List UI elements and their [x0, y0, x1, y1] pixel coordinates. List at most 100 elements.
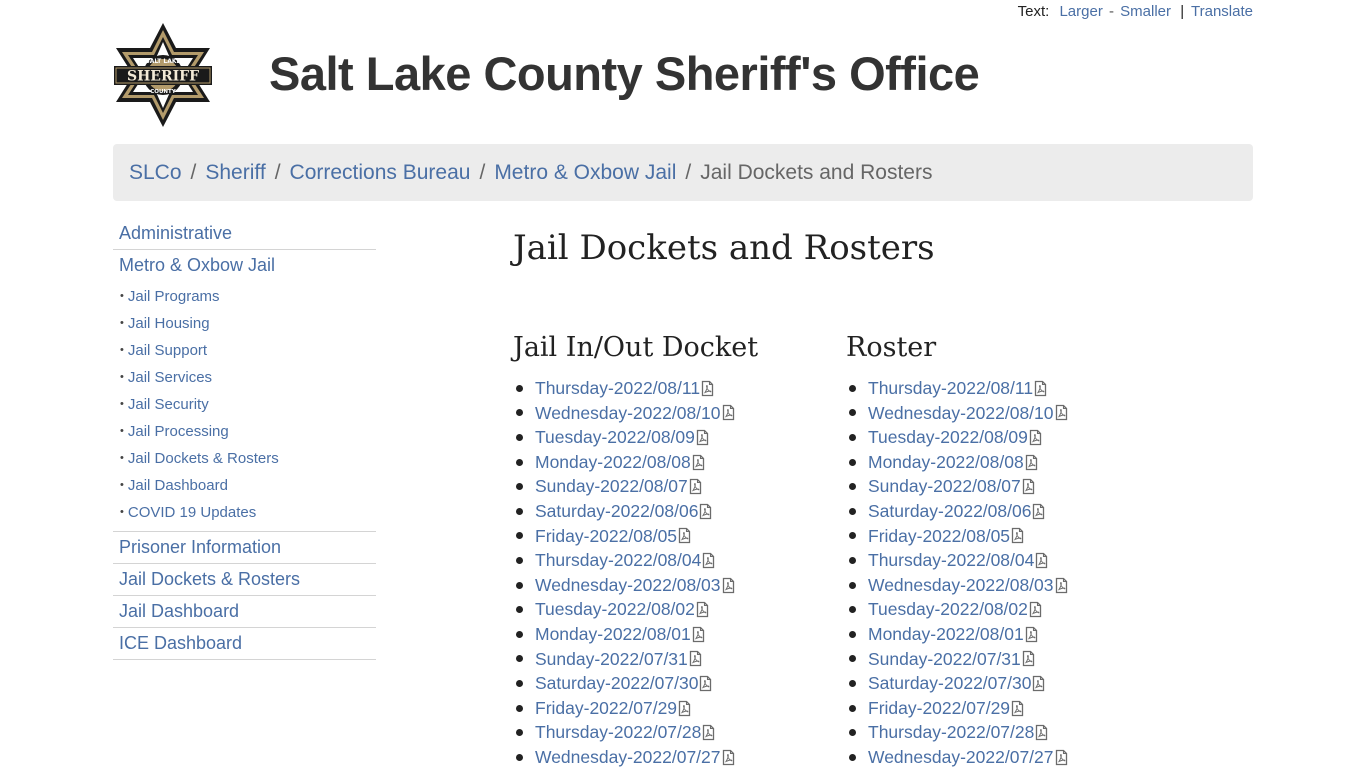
breadcrumb-link-slco[interactable]: SLCo — [129, 161, 182, 185]
sidebar-item-administrative[interactable]: Administrative — [113, 218, 376, 250]
sidebar-item-jail-dashboard[interactable]: Jail Dashboard — [113, 596, 376, 628]
docket-pdf-link[interactable]: Wednesday-2022/08/03 — [535, 573, 721, 598]
bullet-icon — [849, 458, 856, 466]
docket-pdf-link[interactable]: Wednesday-2022/08/10 — [535, 401, 721, 426]
sheriff-badge-logo[interactable]: SHERIFF SALT LAKE COUNTY — [113, 22, 213, 128]
breadcrumb-link-metro-oxbow-jail[interactable]: Metro & Oxbow Jail — [494, 161, 676, 185]
pdf-file-icon — [1055, 405, 1067, 421]
sidebar-subitem-jail-dashboard[interactable]: • Jail Dashboard — [113, 472, 376, 499]
sidebar-subitem-jail-processing[interactable]: • Jail Processing — [113, 418, 376, 445]
sidebar-item-ice-dashboard[interactable]: ICE Dashboard — [113, 628, 376, 660]
sidebar-subitem-label: Jail Processing — [127, 423, 229, 440]
roster-pdf-link[interactable]: Sunday-2022/07/31 — [868, 647, 1021, 672]
roster-pdf-link[interactable]: Tuesday-2022/08/02 — [868, 597, 1028, 622]
pdf-file-icon — [1055, 577, 1067, 593]
bullet-icon — [849, 729, 856, 737]
roster-pdf-link[interactable]: Thursday-2022/08/11 — [868, 376, 1033, 401]
bullet-icon — [849, 704, 856, 712]
roster-pdf-link[interactable]: Monday-2022/08/08 — [868, 450, 1024, 475]
roster-pdf-link[interactable]: Wednesday-2022/07/27 — [868, 745, 1054, 770]
roster-pdf-link[interactable]: Friday-2022/08/05 — [868, 524, 1010, 549]
roster-list-item: Friday-2022/07/29 — [849, 696, 1068, 721]
docket-pdf-link[interactable]: Monday-2022/08/01 — [535, 622, 691, 647]
sidebar-item-metro-oxbow-jail[interactable]: Metro & Oxbow Jail — [113, 250, 376, 281]
sheriff-star-icon: SHERIFF SALT LAKE COUNTY — [114, 23, 212, 127]
docket-pdf-link[interactable]: Friday-2022/08/05 — [535, 524, 677, 549]
docket-pdf-link[interactable]: Thursday-2022/08/11 — [535, 376, 700, 401]
roster-pdf-link[interactable]: Tuesday-2022/08/09 — [868, 425, 1028, 450]
docket-pdf-link[interactable]: Tuesday-2022/08/02 — [535, 597, 695, 622]
svg-text:SHERIFF: SHERIFF — [127, 69, 199, 85]
pdf-file-icon — [703, 724, 715, 741]
pdf-file-icon — [692, 626, 704, 642]
pdf-file-icon — [1033, 675, 1045, 692]
sidebar-subitem-covid-19-updates[interactable]: • COVID 19 Updates — [113, 499, 376, 526]
text-smaller-link[interactable]: Smaller — [1120, 3, 1171, 20]
breadcrumb-separator: / — [685, 160, 692, 184]
sidebar-subitem-jail-security[interactable]: • Jail Security — [113, 391, 376, 418]
sidebar-subitem-jail-housing[interactable]: • Jail Housing — [113, 310, 376, 337]
bullet-icon: • — [120, 479, 124, 491]
docket-pdf-link[interactable]: Wednesday-2022/07/27 — [535, 745, 721, 770]
pdf-file-icon — [1025, 626, 1037, 642]
bullet-icon — [516, 409, 523, 417]
sidebar-subitem-jail-services[interactable]: • Jail Services — [113, 364, 376, 391]
docket-list-item: Monday-2022/08/01 — [516, 622, 758, 647]
docket-list-item: Wednesday-2022/08/10 — [516, 401, 758, 426]
docket-pdf-link[interactable]: Sunday-2022/07/31 — [535, 647, 688, 672]
pdf-file-icon — [1036, 724, 1048, 741]
text-larger-link[interactable]: Larger — [1059, 3, 1102, 20]
docket-pdf-link[interactable]: Tuesday-2022/08/09 — [535, 425, 695, 450]
bullet-icon — [849, 655, 856, 663]
docket-list-item: Wednesday-2022/08/03 — [516, 573, 758, 598]
roster-list-item: Friday-2022/08/05 — [849, 524, 1068, 549]
breadcrumb-link-corrections-bureau[interactable]: Corrections Bureau — [290, 161, 471, 185]
docket-pdf-link[interactable]: Thursday-2022/08/04 — [535, 548, 701, 573]
roster-pdf-link[interactable]: Sunday-2022/08/07 — [868, 474, 1021, 499]
pdf-file-icon — [689, 479, 701, 495]
text-size-toolbar: Text: Larger - Smaller | Translate — [1018, 3, 1253, 20]
svg-text:SALT LAKE: SALT LAKE — [145, 58, 180, 65]
docket-pdf-link[interactable]: Saturday-2022/07/30 — [535, 671, 698, 696]
breadcrumb-link-sheriff[interactable]: Sheriff — [205, 161, 265, 185]
roster-list: Thursday-2022/08/11 Wednesday-2022/08/10 T… — [846, 376, 1068, 770]
roster-list-item: Saturday-2022/07/30 — [849, 671, 1068, 696]
translate-link[interactable]: Translate — [1191, 3, 1253, 20]
sidebar-item-jail-dockets-rosters[interactable]: Jail Dockets & Rosters — [113, 564, 376, 596]
docket-pdf-link[interactable]: Thursday-2022/07/28 — [535, 720, 701, 745]
pdf-file-icon — [692, 454, 704, 470]
roster-pdf-link[interactable]: Saturday-2022/07/30 — [868, 671, 1031, 696]
roster-pdf-link[interactable]: Wednesday-2022/08/03 — [868, 573, 1054, 598]
docket-pdf-link[interactable]: Monday-2022/08/08 — [535, 450, 691, 475]
docket-pdf-link[interactable]: Saturday-2022/08/06 — [535, 499, 698, 524]
sidebar-subitem-jail-programs[interactable]: • Jail Programs — [113, 283, 376, 310]
roster-pdf-link[interactable]: Saturday-2022/08/06 — [868, 499, 1031, 524]
roster-pdf-link[interactable]: Wednesday-2022/08/10 — [868, 401, 1054, 426]
roster-pdf-link[interactable]: Friday-2022/07/29 — [868, 696, 1010, 721]
sidebar-nav: Administrative Metro & Oxbow Jail • Jail … — [113, 218, 376, 660]
sidebar-subitem-jail-support[interactable]: • Jail Support — [113, 337, 376, 364]
sidebar-subitem-jail-dockets-rosters[interactable]: • Jail Dockets & Rosters — [113, 445, 376, 472]
breadcrumb-current: Jail Dockets and Rosters — [700, 160, 933, 184]
bullet-icon — [516, 384, 523, 392]
roster-pdf-link[interactable]: Thursday-2022/08/04 — [868, 548, 1034, 573]
docket-pdf-link[interactable]: Sunday-2022/08/07 — [535, 474, 688, 499]
roster-pdf-link[interactable]: Monday-2022/08/01 — [868, 622, 1024, 647]
svg-text:COUNTY: COUNTY — [150, 89, 177, 95]
docket-list-item: Friday-2022/07/29 — [516, 696, 758, 721]
pdf-file-icon — [678, 528, 691, 544]
bullet-icon — [849, 630, 856, 638]
breadcrumb-separator: / — [479, 160, 486, 184]
bullet-icon: • — [120, 452, 124, 464]
pdf-file-icon — [1011, 700, 1024, 716]
bullet-icon: • — [120, 506, 124, 518]
bullet-icon — [849, 409, 856, 417]
sidebar-subitem-label: Jail Support — [127, 342, 208, 359]
roster-pdf-link[interactable]: Thursday-2022/07/28 — [868, 720, 1034, 745]
roster-heading: Roster — [846, 332, 937, 363]
sidebar-item-prisoner-information[interactable]: Prisoner Information — [113, 532, 376, 564]
text-size-label: Text: — [1017, 3, 1050, 20]
docket-pdf-link[interactable]: Friday-2022/07/29 — [535, 696, 677, 721]
docket-list-item: Thursday-2022/07/28 — [516, 720, 758, 745]
page-title: Jail Dockets and Rosters — [513, 228, 935, 268]
